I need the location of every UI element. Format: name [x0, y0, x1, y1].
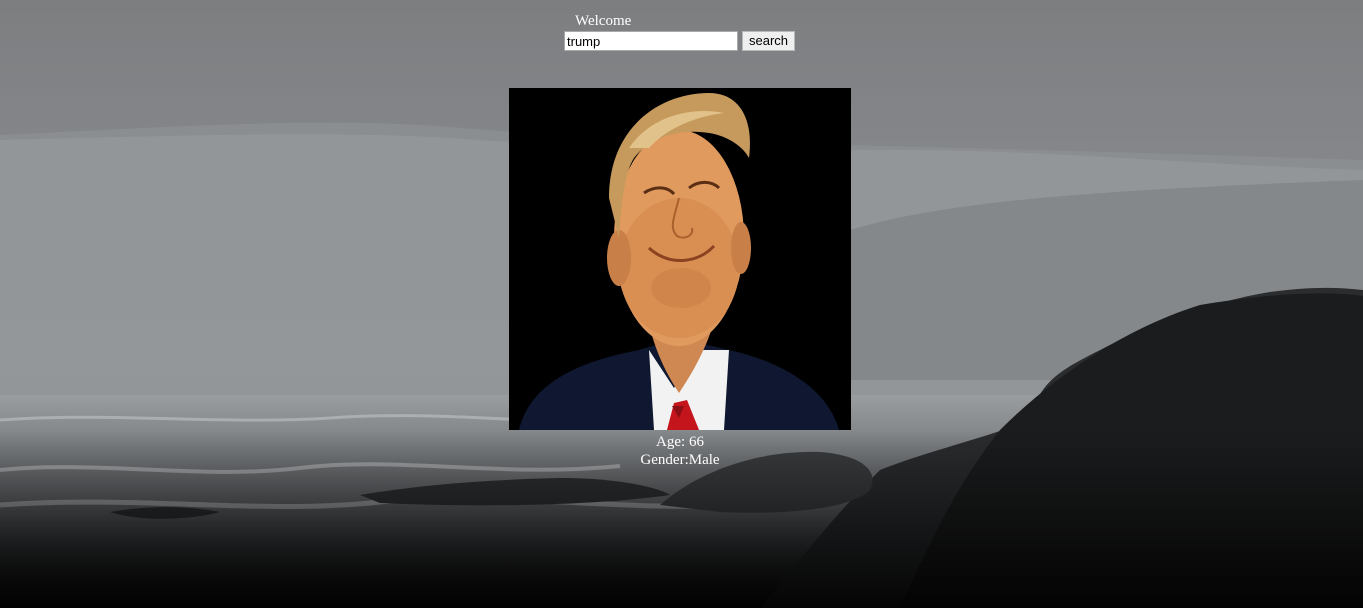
search-button[interactable]: search — [742, 31, 796, 51]
portrait-photo — [509, 88, 851, 430]
welcome-label: Welcome — [575, 13, 632, 29]
gender-label: Gender:Male — [640, 452, 720, 468]
search-bar: search — [564, 31, 796, 51]
search-input[interactable] — [564, 31, 738, 51]
result-info: Age: 66 Gender:Male — [509, 433, 851, 469]
age-label: Age: 66 — [656, 434, 704, 450]
